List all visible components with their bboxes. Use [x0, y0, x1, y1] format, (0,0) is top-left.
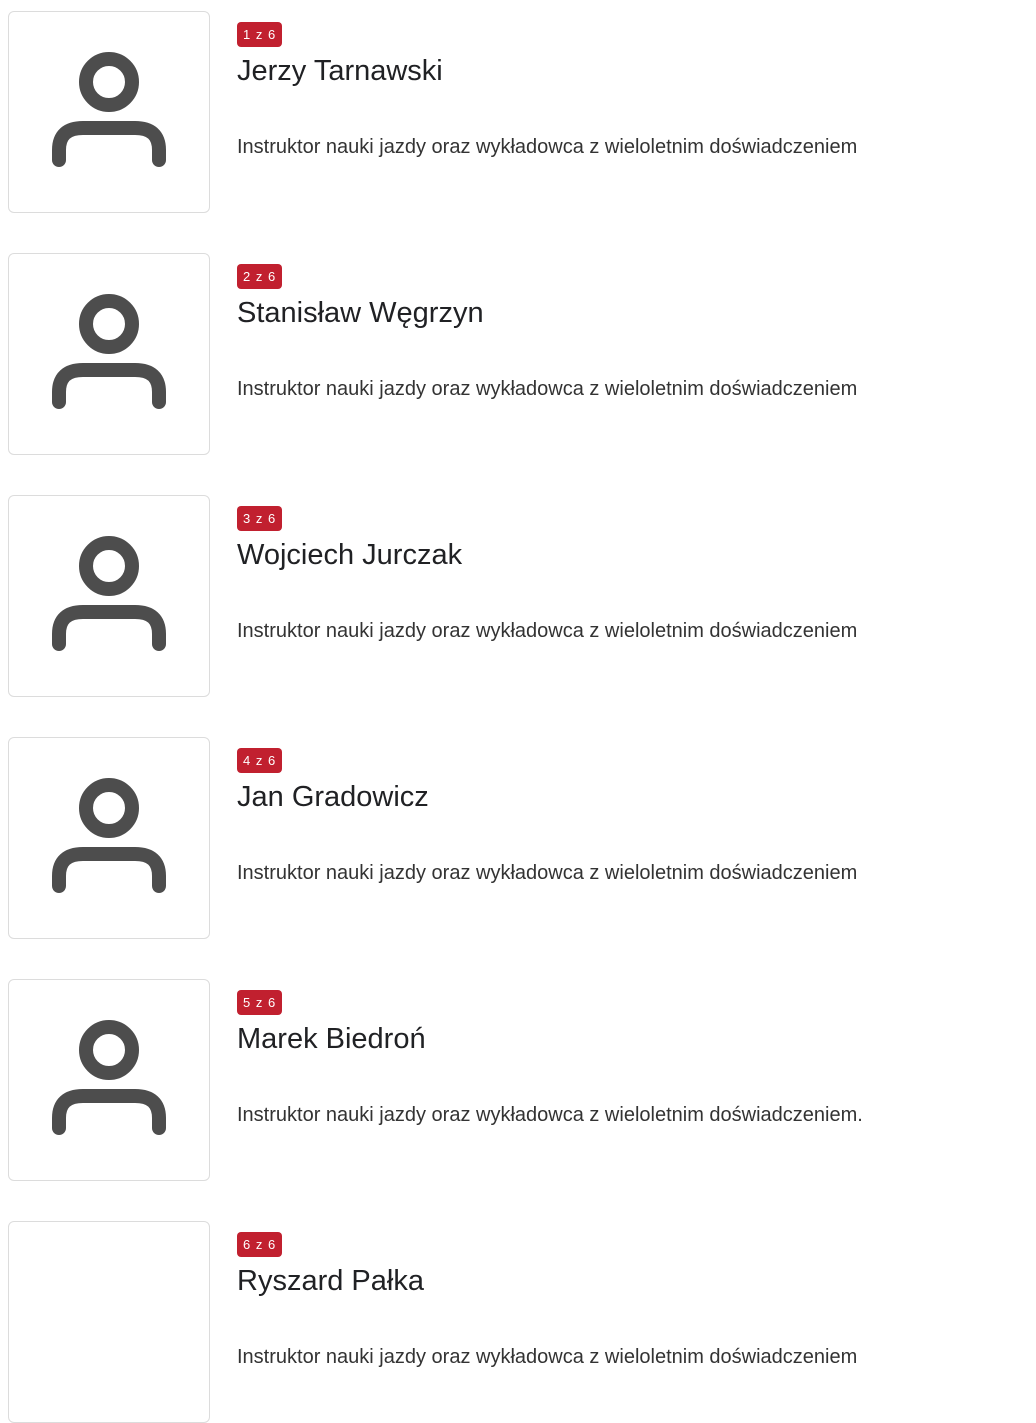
instructor-name: Ryszard Pałka: [237, 1265, 424, 1297]
counter-badge: 6 z 6: [237, 1232, 283, 1257]
counter-badge: 2 z 6: [237, 264, 283, 289]
person-icon: [52, 536, 166, 651]
instructor-name: Stanisław Węgrzyn: [237, 297, 484, 329]
avatar: [8, 737, 210, 939]
instructor-card: 4 z 6 Jan Gradowicz Instruktor nauki jaz…: [0, 726, 1036, 939]
instructor-card: 1 z 6 Jerzy Tarnawski Instruktor nauki j…: [0, 0, 1036, 213]
counter-badge: 4 z 6: [237, 748, 283, 773]
instructor-description: Instruktor nauki jazdy oraz wykładowca z…: [237, 136, 858, 158]
instructor-description: Instruktor nauki jazdy oraz wykładowca z…: [237, 620, 858, 642]
counter-badge: 1 z 6: [237, 22, 283, 47]
avatar: [8, 979, 210, 1181]
counter-badge: 5 z 6: [237, 990, 283, 1015]
person-icon: [52, 294, 166, 409]
person-icon: [52, 778, 166, 893]
instructor-card: 3 z 6 Wojciech Jurczak Instruktor nauki …: [0, 484, 1036, 697]
instructor-card: 2 z 6 Stanisław Węgrzyn Instruktor nauki…: [0, 242, 1036, 455]
person-icon: [52, 1020, 166, 1135]
person-icon: [52, 52, 166, 167]
avatar: [8, 1221, 210, 1423]
counter-badge: 3 z 6: [237, 506, 283, 531]
instructor-card: 6 z 6 Ryszard Pałka Instruktor nauki jaz…: [0, 1210, 1036, 1423]
avatar: [8, 253, 210, 455]
instructor-description: Instruktor nauki jazdy oraz wykładowca z…: [237, 862, 858, 884]
avatar: [8, 495, 210, 697]
instructor-name: Jan Gradowicz: [237, 781, 429, 813]
avatar: [8, 11, 210, 213]
instructor-description: Instruktor nauki jazdy oraz wykładowca z…: [237, 378, 858, 400]
instructor-description: Instruktor nauki jazdy oraz wykładowca z…: [237, 1346, 858, 1368]
instructor-card: 5 z 6 Marek Biedroń Instruktor nauki jaz…: [0, 968, 1036, 1181]
instructor-description: Instruktor nauki jazdy oraz wykładowca z…: [237, 1104, 863, 1126]
instructor-name: Marek Biedroń: [237, 1023, 426, 1055]
instructor-name: Jerzy Tarnawski: [237, 55, 443, 87]
instructor-name: Wojciech Jurczak: [237, 539, 463, 571]
